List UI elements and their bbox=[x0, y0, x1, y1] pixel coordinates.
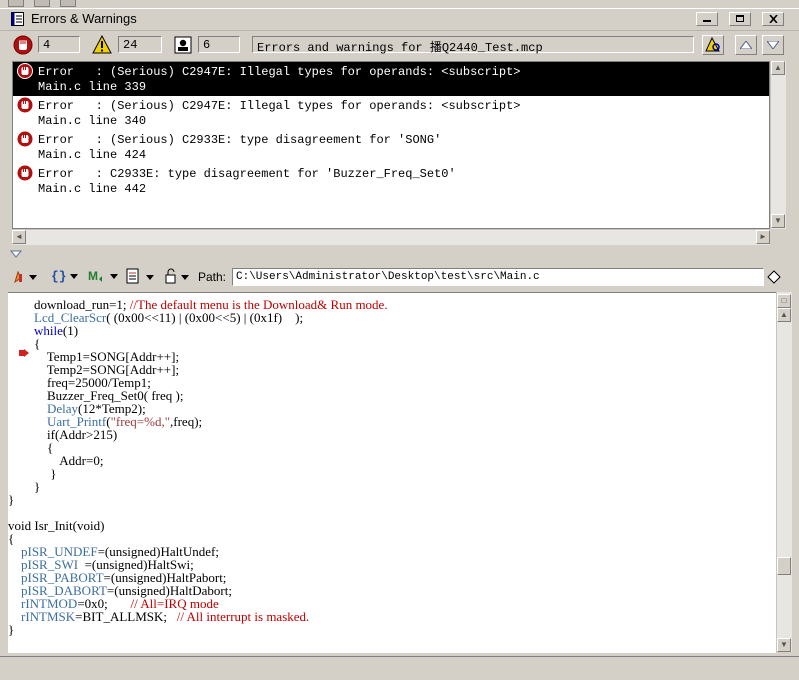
svg-text:{}: {} bbox=[51, 269, 67, 284]
next-error-button[interactable] bbox=[762, 35, 784, 55]
code-line[interactable]: } bbox=[8, 480, 388, 493]
options-diamond-icon[interactable] bbox=[767, 270, 781, 284]
editor-vertical-scrollbar[interactable]: □ ▲ ▼ bbox=[776, 292, 792, 652]
error-location: Main.c line 424 bbox=[38, 148, 147, 162]
scroll-down-button[interactable]: ▼ bbox=[771, 214, 785, 228]
error-message: Error : (Serious) C2947E: Illegal types … bbox=[38, 65, 521, 79]
code-line[interactable]: } bbox=[8, 467, 388, 480]
toolbar-button-partial[interactable] bbox=[34, 0, 50, 7]
code-line[interactable]: } bbox=[8, 493, 388, 506]
collapse-arrow-icon[interactable] bbox=[10, 250, 22, 258]
window-title: Errors & Warnings bbox=[31, 11, 137, 26]
error-message: Error : (Serious) C2947E: Illegal types … bbox=[38, 99, 521, 113]
minimize-button[interactable] bbox=[696, 12, 718, 26]
code-line[interactable]: void Isr_Init(void) bbox=[8, 519, 388, 532]
restore-icon bbox=[736, 15, 744, 22]
breakpoint-arrow-icon[interactable] bbox=[19, 349, 29, 357]
error-row-4[interactable]: Error : C2933E: type disagreement for 'B… bbox=[13, 164, 769, 198]
code-line[interactable]: } bbox=[8, 623, 388, 636]
function-icon[interactable] bbox=[12, 269, 38, 285]
error-hand-icon bbox=[17, 131, 33, 147]
scroll-down-button[interactable]: ▼ bbox=[777, 638, 791, 652]
error-location: Main.c line 340 bbox=[38, 114, 147, 128]
code-token: } bbox=[8, 492, 15, 507]
code-token: "freq=%d," bbox=[110, 414, 171, 429]
markers-icon[interactable]: M bbox=[88, 268, 120, 284]
code-content[interactable]: download_run=1; //The default menu is th… bbox=[8, 298, 388, 636]
status-strip bbox=[0, 656, 799, 680]
previous-error-button[interactable] bbox=[735, 35, 757, 55]
error-hand-icon bbox=[17, 63, 33, 79]
error-row-1[interactable]: Error : (Serious) C2947E: Illegal types … bbox=[13, 62, 769, 96]
code-token: void Isr_Init(void) bbox=[8, 518, 105, 533]
error-row-3[interactable]: Error : (Serious) C2933E: type disagreem… bbox=[13, 130, 769, 164]
error-location: Main.c line 442 bbox=[38, 182, 147, 196]
pane-splitter[interactable] bbox=[0, 247, 799, 262]
code-token: } bbox=[8, 622, 15, 637]
toolbar-button-partial[interactable] bbox=[60, 0, 76, 7]
error-hand-icon bbox=[17, 97, 33, 113]
code-token: // All interrupt is masked. bbox=[176, 609, 310, 624]
scroll-left-button[interactable]: ◄ bbox=[12, 230, 26, 244]
warning-count-field: 24 bbox=[118, 36, 162, 53]
warning-icon[interactable] bbox=[92, 35, 112, 55]
scroll-thumb[interactable] bbox=[777, 557, 791, 575]
top-toolbar-strip bbox=[0, 0, 799, 9]
errors-window-icon bbox=[11, 12, 24, 26]
error-hand-icon bbox=[17, 165, 33, 181]
document-icon[interactable] bbox=[126, 268, 158, 286]
error-message: Error : (Serious) C2933E: type disagreem… bbox=[38, 133, 442, 147]
code-token: ( (0x00<<11) | (0x00<<5) | (0x1f) ); bbox=[106, 310, 304, 325]
svg-text:M: M bbox=[88, 269, 98, 283]
scroll-right-button[interactable]: ► bbox=[756, 230, 770, 244]
message-icon[interactable] bbox=[173, 35, 193, 55]
error-location: Main.c line 339 bbox=[38, 80, 147, 94]
error-list-vertical-scrollbar[interactable]: ▲ ▼ bbox=[770, 61, 786, 229]
editor-toolbar: {} M Path: C:\Users\Administrator\Deskto… bbox=[0, 264, 799, 290]
error-list-horizontal-scrollbar[interactable]: ◄ ► bbox=[12, 229, 770, 245]
error-list[interactable]: Error : (Serious) C2947E: Illegal types … bbox=[12, 61, 770, 229]
message-count-field: 6 bbox=[198, 36, 240, 53]
errors-toolbar: 4 24 6 Errors and warnings for 播Q2440_Te… bbox=[0, 31, 799, 59]
lock-icon[interactable] bbox=[164, 268, 194, 286]
path-label: Path: bbox=[198, 270, 227, 284]
filter-warnings-button[interactable] bbox=[702, 35, 724, 55]
close-icon bbox=[769, 15, 778, 23]
code-token: =BIT_ALLMSK; bbox=[75, 609, 177, 624]
close-button[interactable] bbox=[762, 12, 784, 26]
braces-icon[interactable]: {} bbox=[50, 268, 80, 284]
error-hand-icon[interactable] bbox=[13, 35, 33, 55]
summary-field: Errors and warnings for 播Q2440_Test.mcp bbox=[252, 36, 694, 55]
arrow-up-icon bbox=[740, 41, 752, 49]
search-warning-icon bbox=[705, 37, 720, 52]
toolbar-button-partial[interactable] bbox=[8, 0, 24, 7]
error-count-field: 4 bbox=[38, 36, 80, 53]
split-box[interactable]: □ bbox=[777, 294, 791, 308]
minimize-icon bbox=[703, 20, 711, 22]
code-token: rINTMSK bbox=[21, 609, 76, 624]
code-line[interactable]: while(1) bbox=[8, 324, 388, 337]
restore-button[interactable] bbox=[729, 12, 751, 26]
scroll-up-button[interactable]: ▲ bbox=[771, 61, 785, 75]
code-line[interactable]: Addr=0; bbox=[8, 454, 388, 467]
error-row-2[interactable]: Error : (Serious) C2947E: Illegal types … bbox=[13, 96, 769, 130]
error-message: Error : C2933E: type disagreement for 'B… bbox=[38, 167, 456, 181]
code-editor[interactable]: download_run=1; //The default menu is th… bbox=[8, 292, 776, 653]
scroll-up-button[interactable]: ▲ bbox=[777, 308, 791, 322]
code-token: ,freq); bbox=[170, 414, 203, 429]
code-token: (1) bbox=[62, 323, 79, 338]
code-line[interactable]: if(Addr>215) bbox=[8, 428, 388, 441]
path-field[interactable]: C:\Users\Administrator\Desktop\test\src\… bbox=[232, 268, 764, 286]
arrow-down-icon bbox=[767, 41, 779, 49]
window-title-bar[interactable]: Errors & Warnings bbox=[0, 9, 799, 31]
code-line[interactable]: rINTMSK=BIT_ALLMSK; // All interrupt is … bbox=[8, 610, 388, 623]
